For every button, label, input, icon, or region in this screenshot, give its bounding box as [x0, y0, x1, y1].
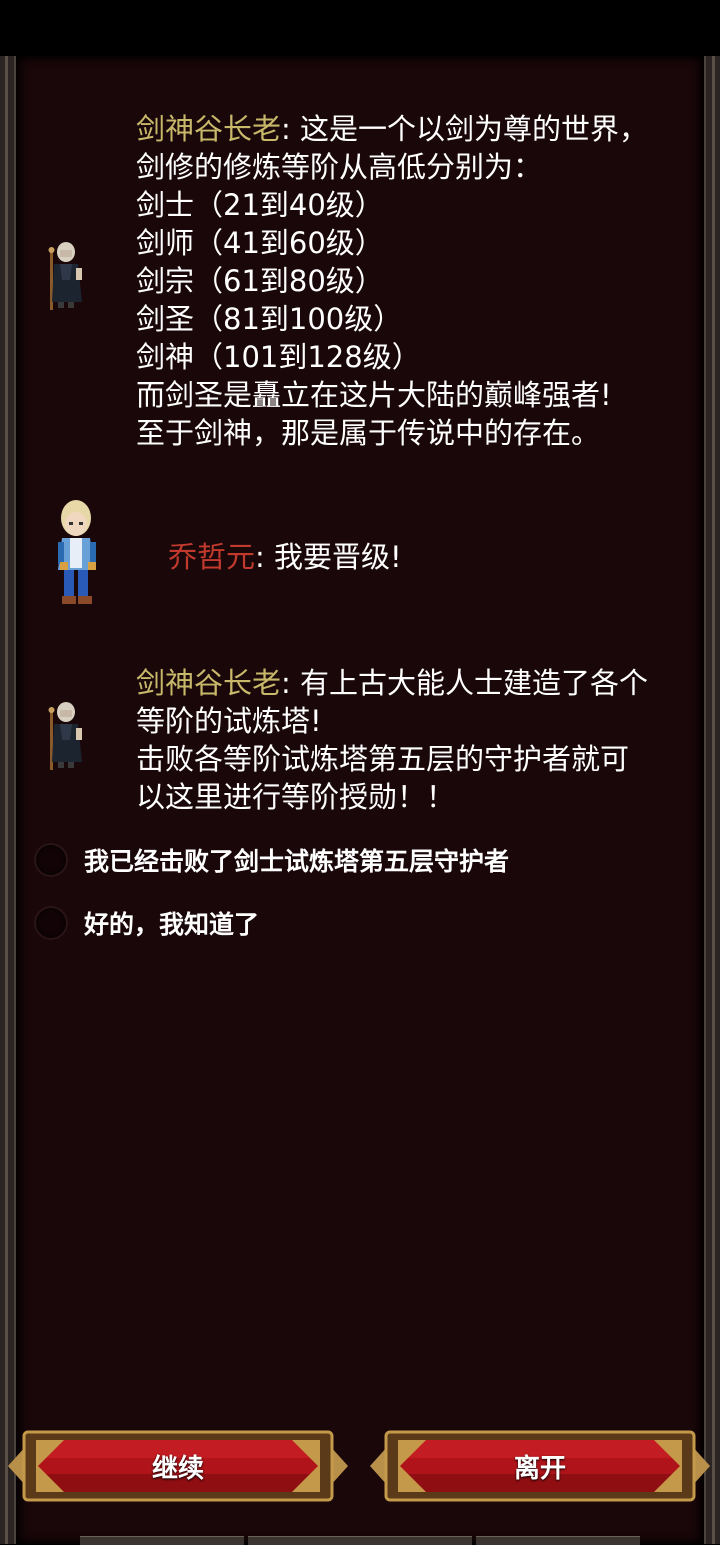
message-line: 而剑圣是矗立在这片大陆的巅峰强者! [136, 378, 612, 412]
message-line: 剑师（41到60级） [136, 226, 384, 260]
message-line: 以这里进行等阶授勋！！ [136, 780, 456, 814]
message-line: 剑宗（61到80级） [136, 264, 384, 298]
status-bar [0, 0, 720, 56]
message-line: 剑修的修炼等阶从高低分别为： [136, 150, 543, 184]
player-message: 乔哲元: 我要晋级! [168, 540, 402, 574]
continue-label: 继续 [151, 1453, 204, 1484]
radio-icon[interactable] [34, 906, 68, 940]
elder-name: 剑神谷长老 [136, 112, 282, 146]
elder-message-1: 剑神谷长老: 这是一个以剑为尊的世界， 剑修的修炼等阶从高低分别为： 剑士（21… [136, 112, 649, 450]
radio-icon[interactable] [34, 843, 68, 877]
message-line: 击败各等阶试炼塔第五层的守护者就可 [136, 742, 630, 776]
leave-label: 离开 [513, 1453, 566, 1484]
option-acknowledge[interactable]: 好的，我知道了 [34, 903, 259, 943]
elder-avatar-icon [48, 702, 82, 770]
continue-button[interactable]: 继续 [8, 1428, 348, 1504]
message-line: 剑士（21到40级） [136, 188, 384, 222]
option-defeated-guardian[interactable]: 我已经击败了剑士试炼塔第五层守护者 [34, 840, 509, 880]
option-label[interactable]: 好的，我知道了 [84, 905, 259, 941]
message-line: 至于剑神，那是属于传说中的存在。 [136, 416, 601, 450]
option-label[interactable]: 我已经击败了剑士试炼塔第五层守护者 [84, 842, 509, 878]
elder-message-2: 剑神谷长老: 有上古大能人士建造了各个 等阶的试炼塔! 击败各等阶试炼塔第五层的… [136, 666, 649, 814]
leave-button[interactable]: 离开 [370, 1428, 710, 1504]
player-name: 乔哲元 [168, 540, 256, 574]
message-line: 剑神（101到128级） [136, 340, 421, 374]
player-avatar-icon [58, 500, 96, 604]
message-line: 剑圣（81到100级） [136, 302, 403, 336]
elder-avatar-icon [48, 242, 82, 310]
message-line: 等阶的试炼塔! [136, 704, 322, 738]
elder-name: 剑神谷长老 [136, 666, 282, 700]
